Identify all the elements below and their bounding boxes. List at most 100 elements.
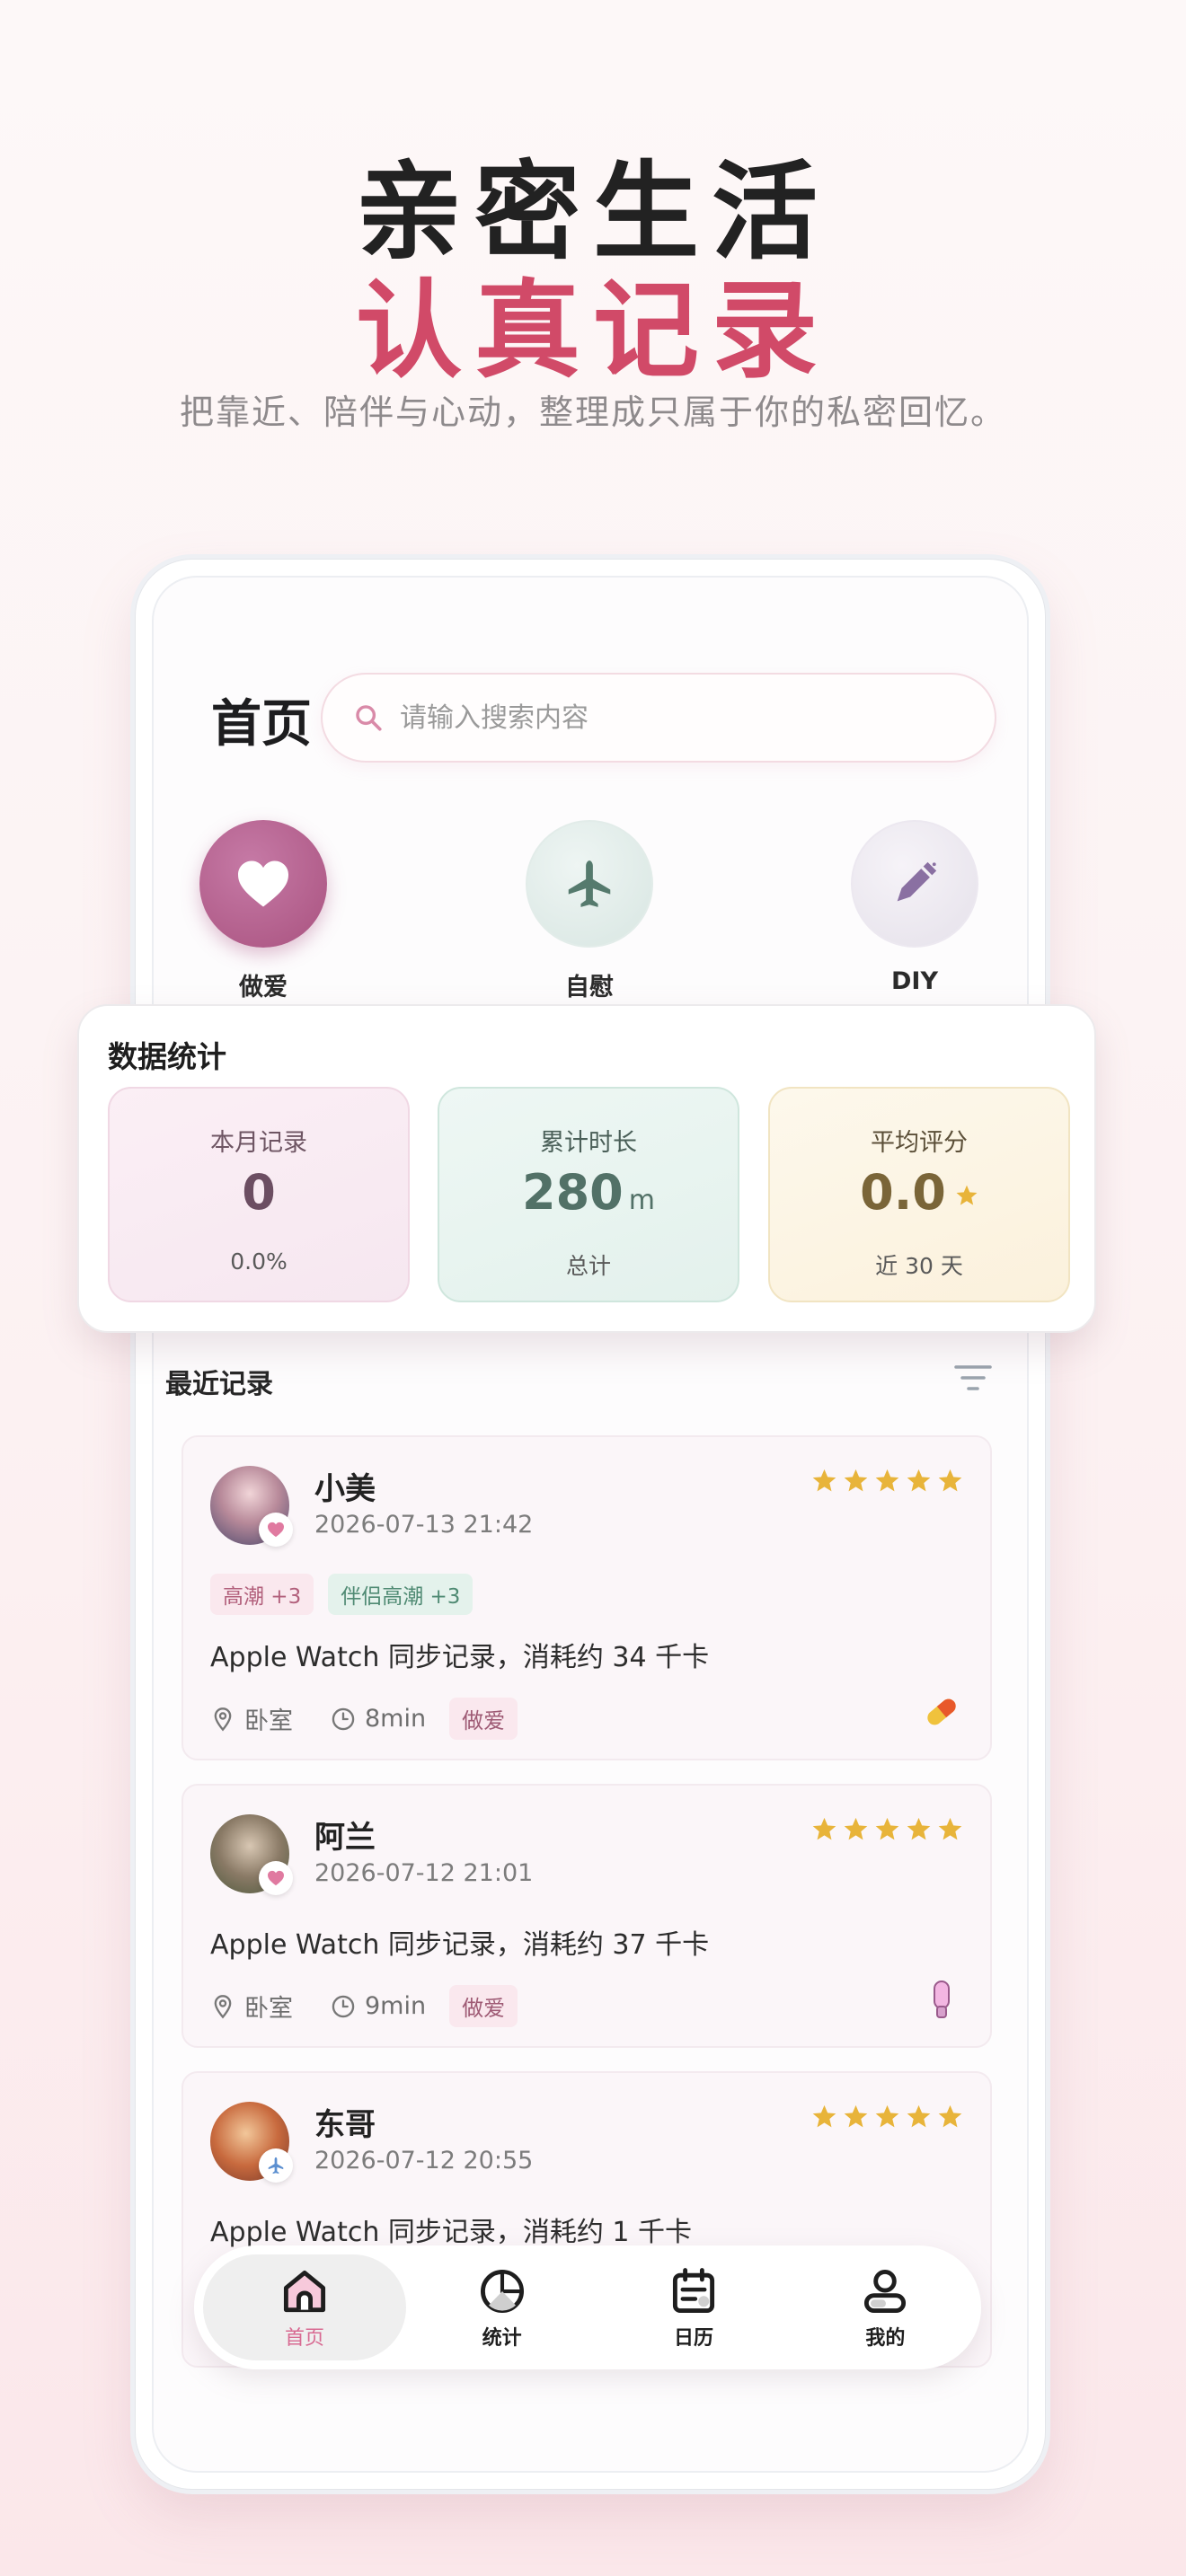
stat-value: 280 — [522, 1164, 624, 1221]
quick-action-sex-button[interactable] — [199, 820, 327, 948]
record-description: Apple Watch 同步记录，消耗约 1 千卡 — [210, 2217, 693, 2248]
rating-stars — [811, 1468, 963, 1494]
stat-value: 0 — [242, 1164, 276, 1221]
star-icon — [938, 1469, 962, 1492]
stat-value-wrap: 0.0 — [770, 1164, 1068, 1221]
quick-action-diy-button[interactable] — [851, 820, 978, 948]
record-description: Apple Watch 同步记录，消耗约 34 千卡 — [210, 1642, 710, 1673]
quick-action-solo[interactable]: 自慰 — [513, 820, 666, 1002]
stat-value: 0.0 — [860, 1164, 946, 1221]
record-location: 卧室 — [244, 1995, 293, 2023]
search-input[interactable] — [400, 701, 939, 734]
star-icon — [812, 2104, 836, 2128]
tab-profile-label: 我的 — [865, 2327, 906, 2350]
tab-stats[interactable]: 统计 — [406, 2254, 597, 2360]
recent-records-title: 最近记录 — [165, 1369, 273, 1400]
airplane-icon — [568, 860, 611, 907]
promo-subtitle: 把靠近、陪伴与心动，整理成只属于你的私密回忆。 — [179, 393, 1006, 432]
star-icon — [875, 2104, 899, 2128]
location-pin-icon — [214, 1707, 232, 1731]
quick-action-label: 做爱 — [239, 974, 288, 1001]
star-icon — [938, 2104, 962, 2128]
stat-sub: 0.0% — [230, 1248, 288, 1275]
airplane-badge-icon — [259, 2148, 293, 2183]
stat-sub: 总计 — [565, 1253, 611, 1279]
stat-unit: m — [628, 1185, 655, 1216]
record-time: 2026-07-13 21:42 — [314, 1511, 534, 1539]
record-duration: 8min — [365, 1705, 427, 1733]
profile-icon — [864, 2270, 907, 2313]
bottom-tab-bar: 首页 统计 日历 我的 — [194, 2245, 981, 2369]
record-time: 2026-07-12 20:55 — [314, 2147, 534, 2175]
star-icon — [844, 1469, 868, 1492]
quick-action-sex[interactable]: 做爱 — [187, 820, 340, 1002]
quick-action-label: 自慰 — [565, 974, 614, 1001]
tab-home[interactable]: 首页 — [203, 2254, 406, 2360]
pen-icon — [897, 861, 937, 902]
search-bar[interactable] — [321, 673, 996, 763]
record-card[interactable]: 小美 2026-07-13 21:42 高潮 +3 伴侣高潮 +3 Apple … — [181, 1435, 992, 1760]
record-location: 卧室 — [244, 1707, 293, 1735]
stat-average-rating[interactable]: 平均评分 0.0 近 30 天 — [768, 1087, 1070, 1302]
record-time: 2026-07-12 21:01 — [314, 1859, 534, 1887]
search-icon — [356, 705, 382, 731]
record-description: Apple Watch 同步记录，消耗约 37 千卡 — [210, 1929, 710, 1961]
pie-chart-icon — [480, 2270, 524, 2313]
home-icon — [283, 2270, 326, 2313]
filter-icon[interactable] — [952, 1360, 994, 1396]
promo-title-line2: 认真记录 — [355, 269, 830, 393]
star-icon — [907, 2104, 931, 2128]
heart-badge-icon — [259, 1861, 293, 1895]
quick-action-diy[interactable]: DIY — [838, 820, 991, 995]
stat-value-wrap: 280 m — [439, 1164, 738, 1221]
record-duration: 9min — [365, 1992, 427, 2020]
capsule-icon — [927, 1698, 956, 1725]
star-icon — [875, 1469, 899, 1492]
tag-orgasm: 高潮 +3 — [210, 1574, 314, 1615]
record-meta: 卧室 9min 做爱 — [210, 1985, 518, 2027]
clock-icon — [332, 1995, 355, 2017]
partner-name: 阿兰 — [314, 1820, 376, 1856]
tag-partner-orgasm: 伴侣高潮 +3 — [328, 1574, 474, 1615]
tab-home-label: 首页 — [284, 2327, 324, 2350]
stat-label: 本月记录 — [210, 1129, 307, 1157]
partner-name: 东哥 — [314, 2107, 376, 2143]
quick-action-label: DIY — [890, 967, 938, 995]
tab-stats-label: 统计 — [482, 2327, 522, 2350]
star-icon — [812, 1469, 836, 1492]
stat-total-duration[interactable]: 累计时长 280 m 总计 — [438, 1087, 739, 1302]
star-icon — [938, 1817, 962, 1840]
clock-icon — [332, 1707, 355, 1730]
calendar-icon — [672, 2268, 715, 2313]
record-type-chip: 做爱 — [449, 1698, 518, 1740]
stats-title: 数据统计 — [108, 1039, 226, 1074]
stats-card: 数据统计 本月记录 0 0.0% 累计时长 280 m 总计 平均评分 0.0 近… — [77, 1004, 1096, 1333]
rating-stars — [811, 2104, 963, 2130]
partner-name: 小美 — [314, 1471, 376, 1507]
page-title: 首页 — [211, 695, 312, 754]
stat-sub: 近 30 天 — [875, 1253, 963, 1279]
device-icon — [934, 1981, 950, 2018]
record-tags: 高潮 +3 伴侣高潮 +3 — [210, 1574, 474, 1615]
star-icon — [907, 1469, 931, 1492]
star-icon — [907, 1817, 931, 1840]
tab-profile[interactable]: 我的 — [790, 2254, 981, 2360]
star-icon — [844, 1817, 868, 1840]
heart-badge-icon — [259, 1513, 293, 1547]
tab-calendar-label: 日历 — [673, 2327, 713, 2350]
star-icon — [844, 2104, 868, 2128]
quick-action-solo-button[interactable] — [526, 820, 653, 948]
heart-icon — [238, 860, 288, 907]
location-pin-icon — [214, 1994, 232, 2018]
record-card[interactable]: 阿兰 2026-07-12 21:01 Apple Watch 同步记录，消耗约… — [181, 1784, 992, 2048]
star-icon — [812, 1817, 836, 1840]
record-type-chip: 做爱 — [449, 1985, 518, 2027]
stat-label: 累计时长 — [540, 1129, 637, 1157]
star-icon — [956, 1185, 978, 1205]
stat-label: 平均评分 — [871, 1129, 968, 1157]
star-icon — [875, 1817, 899, 1840]
tab-calendar[interactable]: 日历 — [597, 2254, 789, 2360]
rating-stars — [811, 1816, 963, 1842]
record-meta: 卧室 8min 做爱 — [210, 1698, 518, 1740]
stat-month-records[interactable]: 本月记录 0 0.0% — [108, 1087, 410, 1302]
